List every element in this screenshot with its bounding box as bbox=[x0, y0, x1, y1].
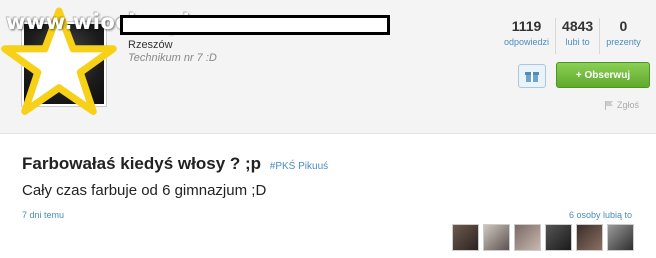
liker-avatar[interactable] bbox=[545, 224, 572, 251]
question-tag[interactable]: #PKŚ Pikuuś bbox=[270, 161, 328, 172]
follow-button[interactable]: + Obserwuj bbox=[556, 62, 650, 88]
post-timestamp[interactable]: 7 dni temu bbox=[22, 210, 64, 220]
question-text[interactable]: Farbowałaś kiedyś włosy ? ;p #PKŚ Pikuuś bbox=[22, 154, 328, 174]
report-link[interactable]: Zgłoś bbox=[604, 100, 639, 110]
question-label: Farbowałaś kiedyś włosy ? ;p bbox=[22, 154, 262, 173]
stat-answers[interactable]: 1119 odpowiedzi bbox=[498, 18, 555, 54]
stat-value: 1119 bbox=[511, 18, 542, 34]
stat-value: 0 bbox=[619, 18, 628, 34]
liker-avatar[interactable] bbox=[514, 224, 541, 251]
stat-label: prezenty bbox=[606, 37, 641, 47]
profile-school: Technikum nr 7 :D bbox=[128, 52, 217, 64]
flag-icon bbox=[605, 101, 613, 110]
username-redacted bbox=[120, 15, 390, 35]
stat-label: odpowiedzi bbox=[504, 37, 550, 47]
stat-gifts[interactable]: 0 prezenty bbox=[599, 18, 647, 54]
gift-icon bbox=[525, 72, 539, 82]
profile-city: Rzeszów bbox=[128, 39, 173, 51]
liker-avatar[interactable] bbox=[607, 224, 634, 251]
stat-likes[interactable]: 4843 lubi to bbox=[555, 18, 599, 54]
answer-text: Cały czas farbuje od 6 gimnazjum ;D bbox=[22, 182, 267, 199]
profile-header: www.wiocha.pl Rzeszów Technikum nr 7 :D … bbox=[0, 0, 656, 134]
report-label: Zgłoś bbox=[617, 100, 640, 110]
liker-avatar[interactable] bbox=[483, 224, 510, 251]
gift-button[interactable] bbox=[518, 64, 546, 88]
liker-avatars bbox=[452, 224, 634, 251]
stat-label: lubi to bbox=[565, 37, 590, 47]
likes-count-link[interactable]: 6 osoby lubią to bbox=[569, 210, 632, 220]
profile-stats: 1119 odpowiedzi 4843 lubi to 0 prezenty bbox=[498, 18, 647, 54]
liker-avatar[interactable] bbox=[576, 224, 603, 251]
stat-value: 4843 bbox=[562, 18, 594, 34]
liker-avatar[interactable] bbox=[452, 224, 479, 251]
